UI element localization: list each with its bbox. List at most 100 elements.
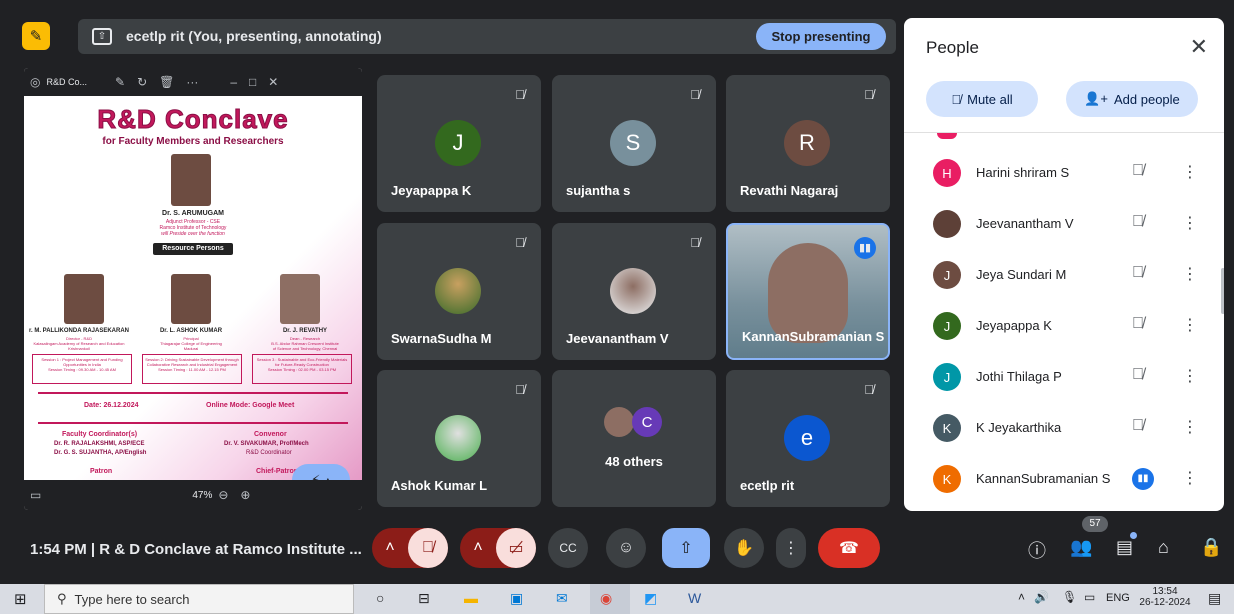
participant-tile[interactable]: 🎙̸ Jeevanantham V xyxy=(552,223,716,360)
zoom-out-icon[interactable]: ⊖ xyxy=(218,488,228,502)
rotate-icon[interactable]: ↻ xyxy=(137,75,147,89)
mic-off-icon[interactable]: 🎙̸ xyxy=(1132,366,1144,384)
task-view-icon[interactable]: ⊟ xyxy=(418,590,430,607)
more-options-icon[interactable]: ⋮ xyxy=(1182,315,1198,335)
more-options-icon[interactable]: ⋮ xyxy=(1182,468,1198,488)
annotation-toggle-icon[interactable]: ✎ xyxy=(22,22,50,50)
language-indicator[interactable]: ENG xyxy=(1106,592,1130,604)
notification-icon[interactable]: ▤ xyxy=(1208,590,1221,607)
more-options-icon[interactable]: ⋮ xyxy=(1182,213,1198,233)
viewer-titlebar: ◎ R&D Co... ✎ ↻ 🗑 ··· – □ ✕ xyxy=(24,68,362,96)
chrome-icon[interactable]: ◉ xyxy=(600,590,612,607)
store-icon[interactable]: ▣ xyxy=(510,590,523,607)
captions-button[interactable]: CC xyxy=(548,528,588,568)
close-icon[interactable]: ✕ xyxy=(1190,34,1208,60)
add-people-button[interactable]: 👤+ Add people xyxy=(1066,81,1198,117)
chat-notification-dot xyxy=(1130,532,1137,539)
event-mode: Online Mode: Google Meet xyxy=(206,402,295,409)
volume-icon[interactable]: 🔊 xyxy=(1034,590,1049,604)
zoom-in-icon[interactable]: ⊕ xyxy=(240,488,250,502)
participant-tile[interactable]: 🎙̸ SwarnaSudha M xyxy=(377,223,541,360)
meeting-controls: 1:54 PM | R & D Conclave at Ramco Instit… xyxy=(0,516,1234,578)
more-options-icon[interactable]: ⋮ xyxy=(1182,366,1198,386)
more-icon[interactable]: ··· xyxy=(186,75,198,89)
coordinator-2: Dr. G. S. SUJANTHA, AP/English xyxy=(54,450,147,456)
more-options-icon[interactable]: ⋮ xyxy=(1182,417,1198,437)
clock[interactable]: 13:54 26-12-2024 xyxy=(1136,586,1194,608)
others-count: 48 others xyxy=(605,454,663,469)
mute-all-button[interactable]: 🎙̸ Mute all xyxy=(926,81,1038,117)
mic-off-button[interactable]: 🎙̸ xyxy=(408,528,448,568)
mic-icon[interactable]: 🎙 xyxy=(1062,590,1077,604)
participant-row[interactable]: Jeevanantham V 🎙̸ ⋮ xyxy=(904,198,1224,249)
clock-date: 26-12-2024 xyxy=(1139,597,1191,608)
more-options-button[interactable]: ⋮ xyxy=(776,528,806,568)
participant-name: Ashok Kumar L xyxy=(391,478,488,493)
participant-row[interactable]: J Jeyapappa K 🎙̸ ⋮ xyxy=(904,300,1224,351)
meeting-info-icon[interactable]: ⓘ xyxy=(1028,537,1046,563)
person3-name: Dr. J. REVATHY xyxy=(282,328,328,334)
participant-row[interactable]: H Harini shriram S 🎙̸ ⋮ xyxy=(904,147,1224,198)
participant-count-badge: 57 xyxy=(1082,516,1108,532)
participant-tile[interactable]: 🎙̸ S sujantha s xyxy=(552,75,716,212)
maximize-icon[interactable]: □ xyxy=(249,75,256,89)
activities-icon[interactable]: ⌂ xyxy=(1158,537,1169,558)
word-icon[interactable]: W xyxy=(688,590,701,606)
participant-tile[interactable]: 🎙̸ Ashok Kumar L xyxy=(377,370,541,507)
trash-icon[interactable]: 🗑 xyxy=(159,75,174,89)
emoji-button[interactable]: ☺ xyxy=(606,528,646,568)
mic-off-icon[interactable]: 🎙̸ xyxy=(1132,162,1144,180)
avatar: e xyxy=(784,415,830,461)
chat-icon[interactable]: ▤ xyxy=(1116,537,1133,558)
camera-options-icon[interactable]: ˄ xyxy=(460,539,496,557)
mail-icon[interactable]: ✉ xyxy=(556,590,568,607)
participant-tile[interactable]: 🎙̸ e ecetlp rit xyxy=(726,370,890,507)
network-icon[interactable]: ▭ xyxy=(1084,590,1095,604)
participant-row[interactable]: J Jothi Thilaga P 🎙̸ ⋮ xyxy=(904,351,1224,402)
stop-presenting-button[interactable]: Stop presenting xyxy=(756,23,886,50)
divider xyxy=(38,422,348,424)
more-options-icon[interactable]: ⋮ xyxy=(1182,264,1198,284)
leave-call-button[interactable]: ☎ xyxy=(818,528,880,568)
tray-up-icon[interactable]: ˄ xyxy=(1018,590,1025,604)
scrollbar[interactable] xyxy=(1221,268,1224,314)
panel-title: People xyxy=(926,38,979,57)
avatar-photo xyxy=(604,407,634,437)
mic-options-icon[interactable]: ˄ xyxy=(372,539,408,557)
chief-patron-label: Chief-Patron xyxy=(256,468,298,475)
person1-place: Krishnankoil xyxy=(68,346,90,351)
people-icon[interactable]: 👥 xyxy=(1070,537,1092,558)
muted-icon: 🎙̸ xyxy=(864,87,874,102)
photos-icon[interactable]: ◩ xyxy=(644,590,657,607)
windows-start-icon[interactable]: ⊞ xyxy=(14,590,27,608)
others-tile[interactable]: C 48 others xyxy=(552,370,716,507)
chief-note: will Preside over the function xyxy=(161,231,225,237)
participant-row[interactable]: K K Jeyakarthika 🎙̸ ⋮ xyxy=(904,402,1224,453)
more-options-icon[interactable]: ⋮ xyxy=(1182,162,1198,182)
mic-off-icon[interactable]: 🎙̸ xyxy=(1132,264,1144,282)
participant-tile[interactable]: 🎙̸ J Jeyapappa K xyxy=(377,75,541,212)
cortana-icon[interactable]: ○ xyxy=(376,590,384,606)
close-icon[interactable]: ✕ xyxy=(268,75,278,89)
participant-tile[interactable]: 🎙̸ R Revathi Nagaraj xyxy=(726,75,890,212)
faculty-coordinator-label: Faculty Coordinator(s) xyxy=(62,431,138,438)
mic-off-icon[interactable]: 🎙̸ xyxy=(1132,213,1144,231)
avatar: R xyxy=(784,120,830,166)
person1-name: r. M. PALLIKONDA RAJASEKARAN xyxy=(28,328,129,334)
present-screen-button[interactable]: ⇧ xyxy=(662,528,710,568)
edit-icon[interactable]: ✎ xyxy=(115,75,125,89)
camera-off-button[interactable]: ▭̸ xyxy=(496,528,536,568)
mic-off-icon[interactable]: 🎙̸ xyxy=(1132,315,1144,333)
participant-name: Jeevanantham V xyxy=(566,331,669,346)
mic-off-icon[interactable]: 🎙̸ xyxy=(1132,417,1144,435)
minimize-icon[interactable]: – xyxy=(230,75,237,89)
participant-tile-active-speaker[interactable]: ▮▮ KannanSubramanian S xyxy=(726,223,890,360)
file-explorer-icon[interactable]: ▬ xyxy=(464,590,478,606)
host-controls-icon[interactable]: 🔒 xyxy=(1200,537,1222,558)
participant-name: Jeyapappa K xyxy=(976,318,1052,333)
participant-row[interactable]: K KannanSubramanian S ▮▮ ⋮ xyxy=(904,453,1224,504)
display-icon[interactable]: ▭ xyxy=(30,488,41,502)
raise-hand-button[interactable]: ✋ xyxy=(724,528,764,568)
participant-row[interactable]: J Jeya Sundari M 🎙̸ ⋮ xyxy=(904,249,1224,300)
taskbar-search[interactable]: ⚲ Type here to search xyxy=(44,584,354,614)
